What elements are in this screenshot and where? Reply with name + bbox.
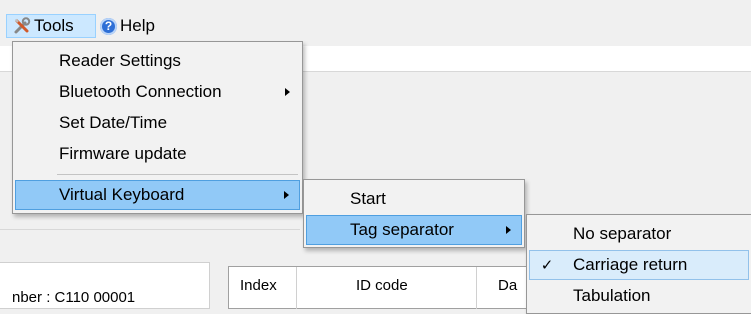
grid-column-divider: [476, 267, 477, 309]
menu-item-virtual-keyboard[interactable]: Virtual Keyboard: [15, 180, 300, 210]
menu-item-set-date-time[interactable]: Set Date/Time: [15, 108, 300, 138]
tools-menu: Reader Settings Bluetooth Connection Set…: [12, 41, 303, 214]
menu-bar: Tools ? Help: [0, 0, 751, 44]
menu-separator: [57, 174, 298, 175]
menu-item-tabulation[interactable]: Tabulation: [529, 281, 749, 311]
virtual-keyboard-menu: Start Tag separator: [303, 179, 525, 248]
divider: [0, 229, 300, 230]
tag-separator-menu: No separator ✓ Carriage return Tabulatio…: [526, 214, 751, 314]
wrench-screwdriver-icon: [14, 17, 31, 34]
menu-help-label: Help: [120, 16, 155, 35]
checkmark-icon: ✓: [540, 257, 554, 274]
menu-item-label: Start: [350, 189, 386, 208]
menu-tools[interactable]: Tools: [6, 14, 96, 38]
submenu-arrow-icon: [285, 88, 290, 96]
menu-help[interactable]: ? Help: [98, 14, 155, 38]
menu-item-label: Carriage return: [573, 255, 688, 274]
menu-item-bluetooth-connection[interactable]: Bluetooth Connection: [15, 77, 300, 107]
menu-item-start[interactable]: Start: [306, 184, 522, 214]
menu-item-label: Firmware update: [59, 144, 187, 163]
menu-item-label: Reader Settings: [59, 51, 181, 70]
menu-item-label: Bluetooth Connection: [59, 82, 222, 101]
menu-item-label: Set Date/Time: [59, 113, 168, 132]
grid-column-divider: [296, 267, 297, 309]
menu-item-label: Virtual Keyboard: [59, 185, 185, 204]
serial-number-text: nber : C110 00001: [12, 289, 136, 306]
menu-item-reader-settings[interactable]: Reader Settings: [15, 46, 300, 76]
grid-header-id-code[interactable]: ID code: [356, 277, 408, 294]
menu-item-firmware-update[interactable]: Firmware update: [15, 139, 300, 169]
submenu-arrow-icon: [506, 226, 511, 234]
menu-item-label: Tag separator: [350, 220, 454, 239]
grid-header-index[interactable]: Index: [240, 277, 277, 294]
menu-item-label: Tabulation: [573, 286, 651, 305]
menu-tools-label: Tools: [34, 16, 74, 35]
help-circle-icon: ?: [100, 17, 117, 35]
submenu-arrow-icon: [284, 191, 289, 199]
menu-item-carriage-return[interactable]: ✓ Carriage return: [529, 250, 749, 280]
menu-item-tag-separator[interactable]: Tag separator: [306, 215, 522, 245]
menu-item-no-separator[interactable]: No separator: [529, 219, 749, 249]
menu-item-label: No separator: [573, 224, 672, 243]
grid-header-date[interactable]: Da: [498, 277, 517, 294]
